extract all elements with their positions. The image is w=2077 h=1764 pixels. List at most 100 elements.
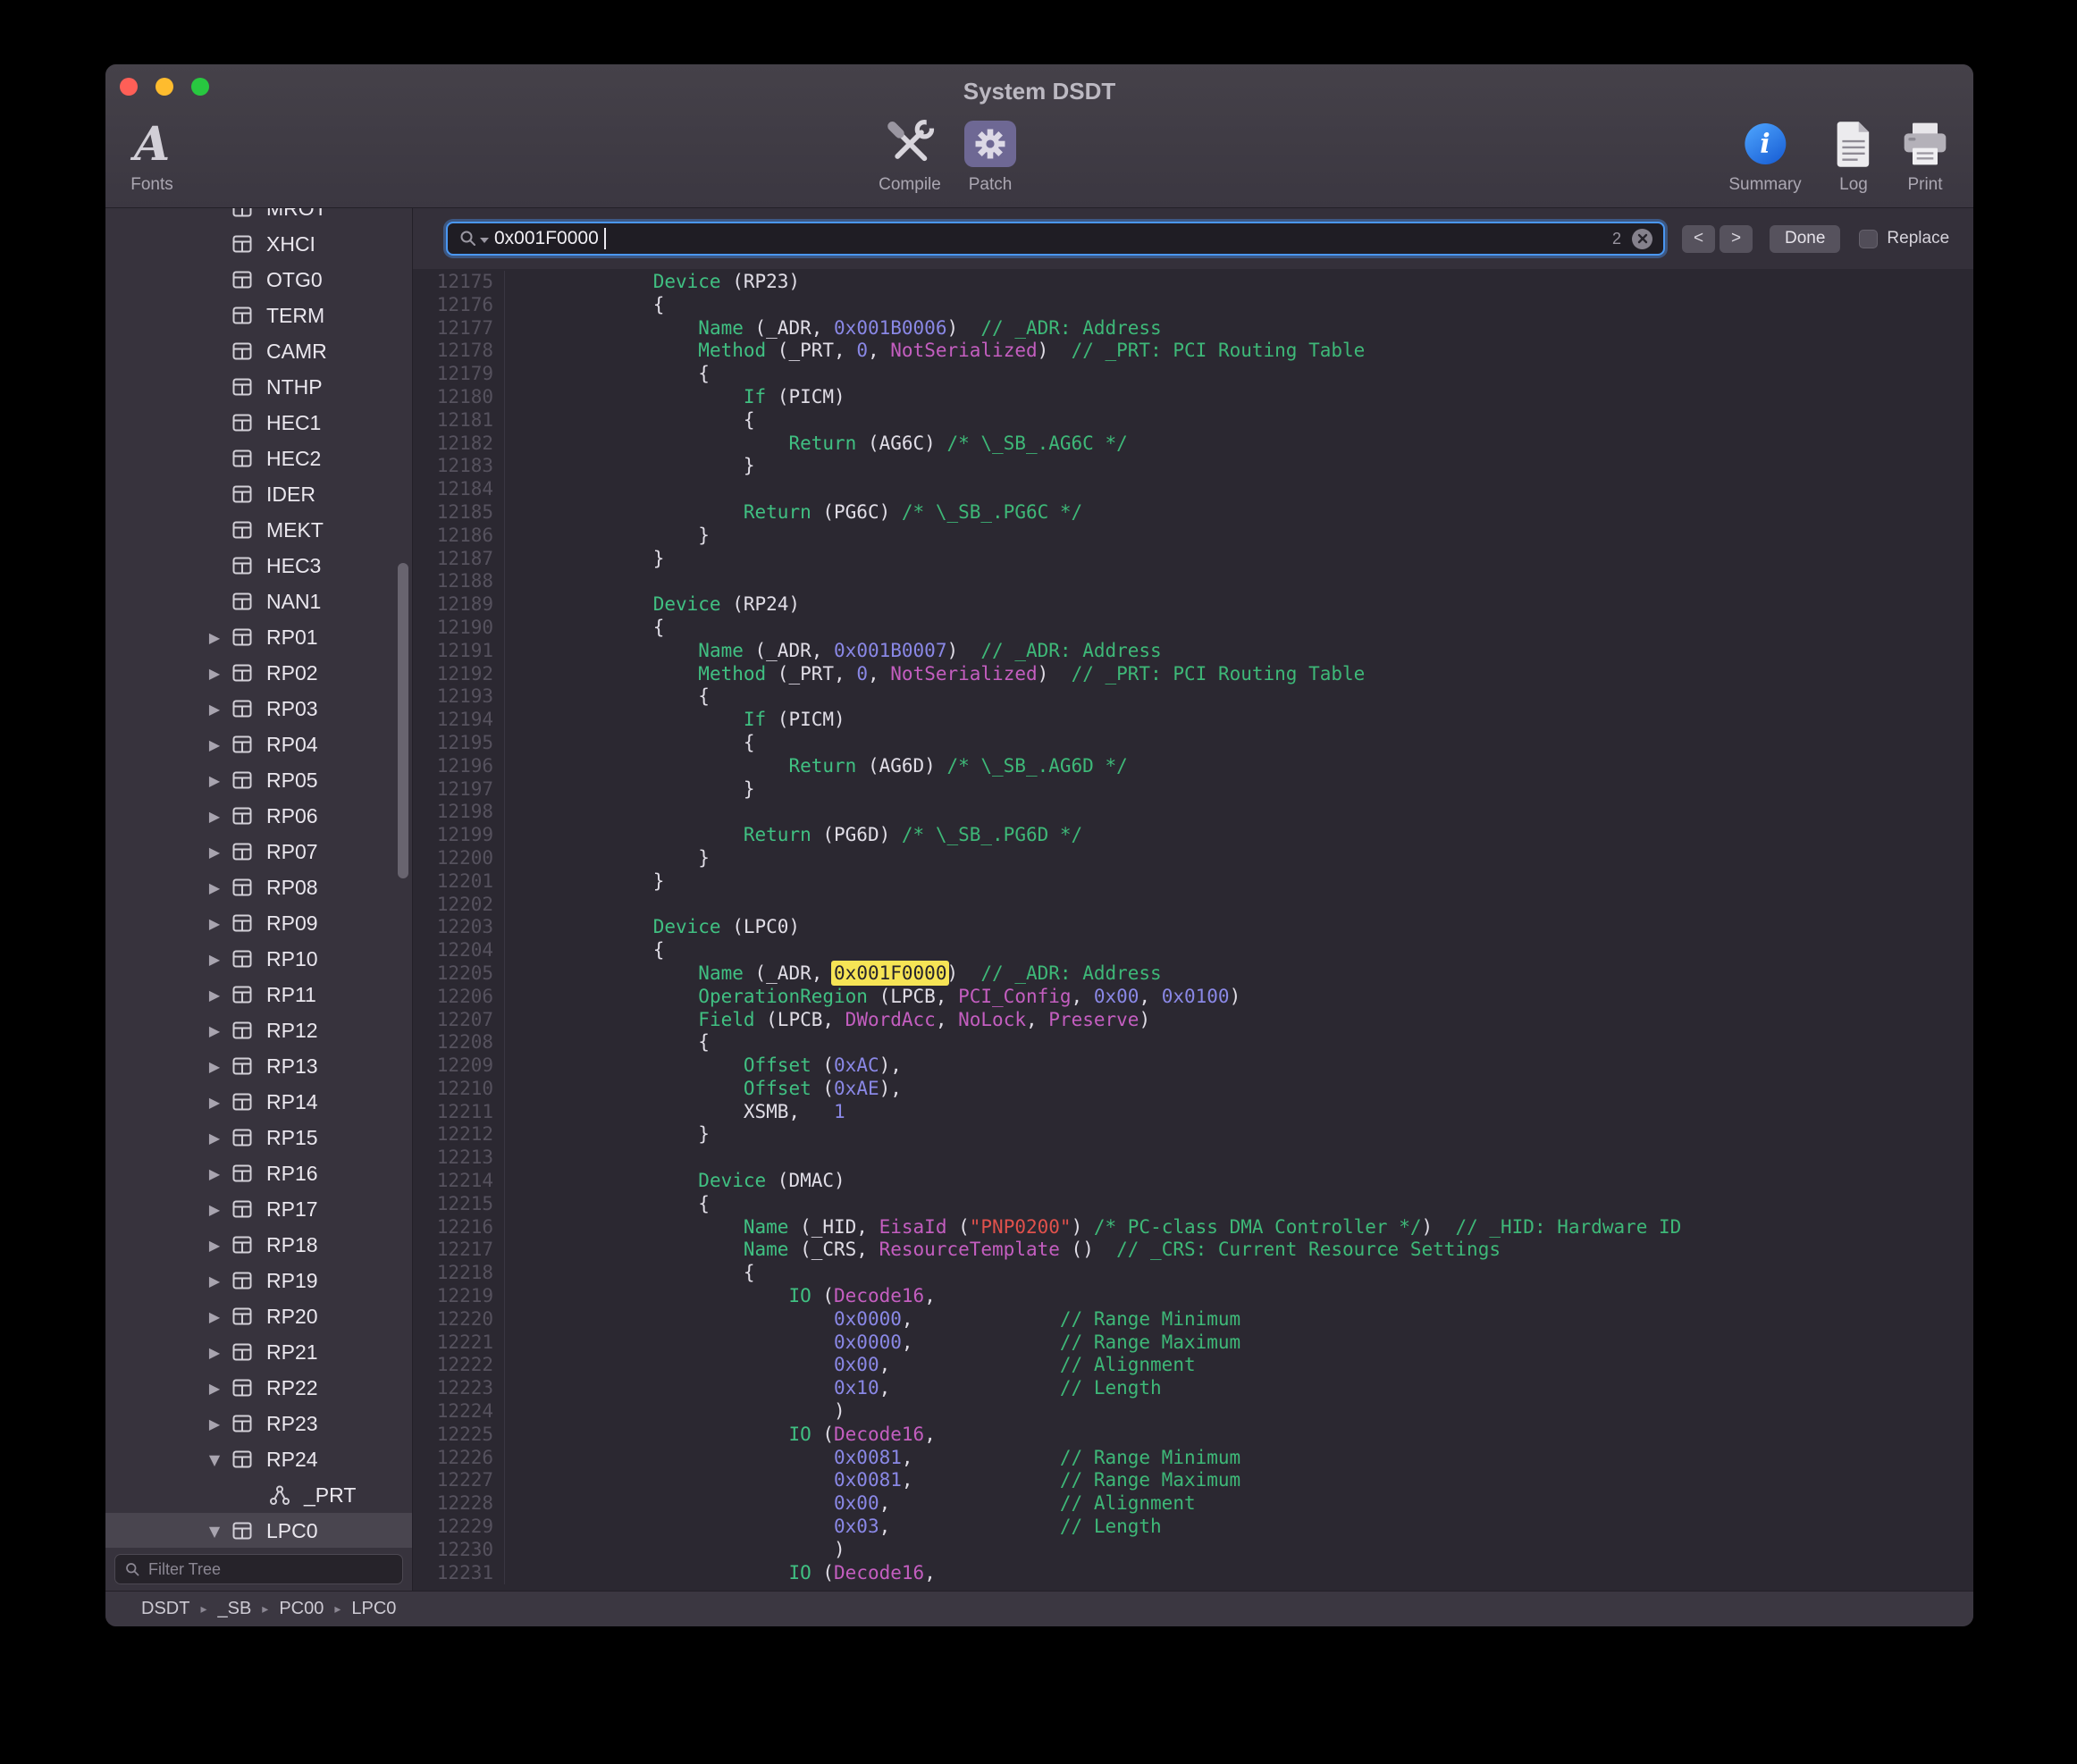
- print-button[interactable]: Print: [1900, 115, 1950, 194]
- disclosure-triangle[interactable]: ▶: [198, 1415, 231, 1432]
- tree-item[interactable]: CAMR: [105, 333, 412, 369]
- tree-item[interactable]: HEC3: [105, 548, 412, 584]
- tree-item[interactable]: NTHP: [105, 369, 412, 405]
- tree-item[interactable]: ▶ RP13: [105, 1048, 412, 1084]
- disclosure-triangle[interactable]: ▼: [198, 1451, 231, 1468]
- patch-button[interactable]: Patch: [964, 115, 1016, 194]
- disclosure-triangle[interactable]: ▶: [198, 1058, 231, 1075]
- tree-item[interactable]: TERM: [105, 298, 412, 333]
- sidebar-scrollbar[interactable]: [398, 563, 408, 878]
- compile-button[interactable]: Compile: [879, 115, 941, 194]
- breadcrumb-item[interactable]: _SB: [217, 1599, 251, 1619]
- code-line[interactable]: 12188: [413, 570, 1973, 593]
- tree-item[interactable]: ▶ RP15: [105, 1120, 412, 1155]
- tree-item[interactable]: ▶ RP16: [105, 1155, 412, 1191]
- tree-item[interactable]: ▶ RP06: [105, 798, 412, 834]
- code-line[interactable]: 12191 Name (_ADR, 0x001B0007) // _ADR: A…: [413, 640, 1973, 663]
- tree-item[interactable]: ▶ RP11: [105, 977, 412, 1012]
- tree-item[interactable]: ▼ LPC0: [105, 1513, 412, 1548]
- code-line[interactable]: 12189 Device (RP24): [413, 593, 1973, 617]
- code-line[interactable]: 12186 }: [413, 525, 1973, 548]
- disclosure-triangle[interactable]: ▶: [198, 1130, 231, 1147]
- disclosure-triangle[interactable]: ▶: [198, 951, 231, 968]
- code-line[interactable]: 12226 0x0081, // Range Minimum: [413, 1447, 1973, 1470]
- code-line[interactable]: 12212 }: [413, 1123, 1973, 1147]
- disclosure-triangle[interactable]: ▶: [198, 1022, 231, 1039]
- filter-tree-input[interactable]: Filter Tree: [114, 1554, 403, 1584]
- disclosure-triangle[interactable]: ▶: [198, 1308, 231, 1325]
- code-line[interactable]: 12228 0x00, // Alignment: [413, 1492, 1973, 1516]
- code-line[interactable]: 12215 {: [413, 1193, 1973, 1216]
- tree-item[interactable]: ▶ RP22: [105, 1370, 412, 1406]
- code-line[interactable]: 12183 }: [413, 455, 1973, 478]
- tree-item[interactable]: ▶ RP20: [105, 1298, 412, 1334]
- tree-item[interactable]: ▶ RP03: [105, 691, 412, 727]
- code-line[interactable]: 12190 {: [413, 617, 1973, 640]
- disclosure-triangle[interactable]: ▶: [198, 844, 231, 861]
- find-next-button[interactable]: >: [1720, 225, 1753, 253]
- log-button[interactable]: Log: [1833, 115, 1874, 194]
- tree-item[interactable]: ▶ RP01: [105, 619, 412, 655]
- replace-checkbox[interactable]: [1859, 230, 1878, 248]
- code-editor[interactable]: 12175 Device (RP23) 12176 { 12177 Name (…: [413, 269, 1973, 1591]
- code-line[interactable]: 12176 {: [413, 294, 1973, 317]
- code-line[interactable]: 12230 ): [413, 1539, 1973, 1562]
- disclosure-triangle[interactable]: ▶: [198, 915, 231, 932]
- code-line[interactable]: 12201 }: [413, 870, 1973, 894]
- code-line[interactable]: 12175 Device (RP23): [413, 271, 1973, 294]
- code-line[interactable]: 12221 0x0000, // Range Maximum: [413, 1331, 1973, 1355]
- code-line[interactable]: 12185 Return (PG6C) /* \_SB_.PG6C */: [413, 501, 1973, 525]
- code-line[interactable]: 12182 Return (AG6C) /* \_SB_.AG6C */: [413, 433, 1973, 456]
- tree-item[interactable]: ▶ RP10: [105, 941, 412, 977]
- code-line[interactable]: 12209 Offset (0xAC),: [413, 1054, 1973, 1078]
- code-line[interactable]: 12200 }: [413, 847, 1973, 870]
- disclosure-triangle[interactable]: ▶: [198, 879, 231, 896]
- code-line[interactable]: 12217 Name (_CRS, ResourceTemplate () //…: [413, 1239, 1973, 1262]
- code-line[interactable]: 12213: [413, 1147, 1973, 1170]
- disclosure-triangle[interactable]: ▼: [198, 1523, 231, 1540]
- code-line[interactable]: 12229 0x03, // Length: [413, 1516, 1973, 1539]
- tree-item[interactable]: OTG0: [105, 262, 412, 298]
- code-line[interactable]: 12194 If (PICM): [413, 709, 1973, 732]
- code-line[interactable]: 12210 Offset (0xAE),: [413, 1078, 1973, 1101]
- code-line[interactable]: 12216 Name (_HID, EisaId ("PNP0200") /* …: [413, 1216, 1973, 1239]
- code-line[interactable]: 12192 Method (_PRT, 0, NotSerialized) //…: [413, 663, 1973, 686]
- code-line[interactable]: 12204 {: [413, 939, 1973, 962]
- tree-item[interactable]: MROT: [105, 208, 412, 226]
- disclosure-triangle[interactable]: ▶: [198, 1094, 231, 1111]
- tree-item[interactable]: ▶ RP04: [105, 727, 412, 762]
- tree-item[interactable]: NAN1: [105, 584, 412, 619]
- tree-item[interactable]: ▶ RP17: [105, 1191, 412, 1227]
- code-line[interactable]: 12198: [413, 801, 1973, 824]
- tree-item[interactable]: _PRT: [105, 1477, 412, 1513]
- tree-item[interactable]: IDER: [105, 476, 412, 512]
- code-line[interactable]: 12197 }: [413, 778, 1973, 802]
- code-line[interactable]: 12202: [413, 894, 1973, 917]
- breadcrumb-item[interactable]: DSDT: [141, 1599, 189, 1619]
- disclosure-triangle[interactable]: ▶: [198, 1165, 231, 1182]
- code-line[interactable]: 12224 ): [413, 1400, 1973, 1424]
- code-line[interactable]: 12211 XSMB, 1: [413, 1101, 1973, 1124]
- disclosure-triangle[interactable]: ▶: [198, 772, 231, 789]
- breadcrumb-item[interactable]: LPC0: [351, 1599, 396, 1619]
- code-line[interactable]: 12227 0x0081, // Range Maximum: [413, 1469, 1973, 1492]
- code-line[interactable]: 12218 {: [413, 1262, 1973, 1285]
- breadcrumb-item[interactable]: PC00: [279, 1599, 324, 1619]
- disclosure-triangle[interactable]: ▶: [198, 808, 231, 825]
- summary-button[interactable]: i Summary: [1728, 115, 1801, 194]
- tree-item[interactable]: ▶ RP21: [105, 1334, 412, 1370]
- code-line[interactable]: 12203 Device (LPC0): [413, 916, 1973, 939]
- code-line[interactable]: 12220 0x0000, // Range Minimum: [413, 1308, 1973, 1331]
- tree-item[interactable]: ▶ RP08: [105, 869, 412, 905]
- done-button[interactable]: Done: [1770, 225, 1840, 253]
- disclosure-triangle[interactable]: ▶: [198, 1380, 231, 1397]
- code-line[interactable]: 12179 {: [413, 363, 1973, 386]
- code-line[interactable]: 12208 {: [413, 1031, 1973, 1054]
- code-line[interactable]: 12178 Method (_PRT, 0, NotSerialized) //…: [413, 340, 1973, 363]
- code-line[interactable]: 12225 IO (Decode16,: [413, 1424, 1973, 1447]
- tree-item[interactable]: ▶ RP09: [105, 905, 412, 941]
- tree-item[interactable]: ▼ RP24: [105, 1441, 412, 1477]
- code-line[interactable]: 12231 IO (Decode16,: [413, 1562, 1973, 1585]
- disclosure-triangle[interactable]: ▶: [198, 665, 231, 682]
- code-line[interactable]: 12187 }: [413, 548, 1973, 571]
